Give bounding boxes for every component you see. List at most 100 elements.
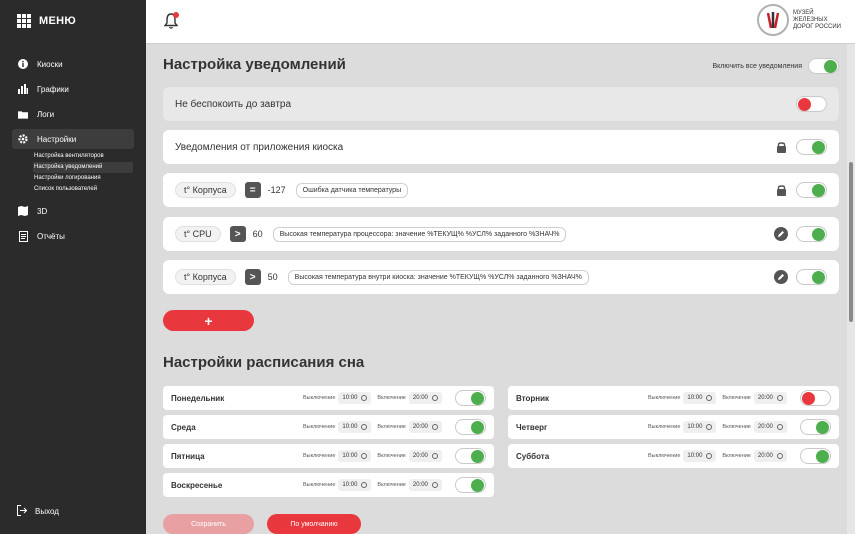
sidebar: МЕНЮ Киоски Графики Логи Настройки Настр… [0, 0, 146, 534]
threshold-value[interactable]: 60 [253, 229, 263, 239]
page-title: Настройка уведомлений [163, 56, 346, 73]
off-time-input[interactable]: 10:00 [338, 479, 372, 491]
off-time-input[interactable]: 10:00 [338, 450, 372, 462]
defaults-button[interactable]: По умолчанию [267, 514, 361, 534]
gear-icon [18, 134, 28, 144]
clock-icon [706, 424, 713, 430]
rule-row: t° CPU > 60 Высокая температура процессо… [163, 217, 839, 251]
on-time-input[interactable]: 20:00 [753, 421, 787, 433]
scrollbar[interactable] [847, 44, 855, 534]
off-label: Выключение [303, 453, 336, 459]
kiosk-app-notifications-label: Уведомления от приложения киоска [175, 141, 344, 153]
off-label: Выключение [648, 424, 681, 430]
lock-icon [774, 183, 788, 197]
message-field[interactable]: Высокая температура внутри киоска: значе… [287, 269, 589, 285]
sidebar-item-3d[interactable]: 3D [12, 201, 134, 221]
do-not-disturb-label: Не беспокоить до завтра [175, 98, 292, 110]
day-toggle[interactable] [455, 448, 486, 464]
sidebar-item-label: Киоски [37, 59, 63, 69]
clock-icon [431, 395, 438, 401]
logout-icon [17, 505, 28, 518]
on-label: Включение [722, 453, 751, 459]
folder-icon [18, 109, 28, 119]
off-time-input[interactable]: 10:00 [338, 421, 372, 433]
chart-icon [18, 84, 28, 94]
clock-icon [431, 453, 438, 459]
sensor-select[interactable]: t° CPU [175, 226, 221, 242]
edit-icon[interactable] [774, 227, 788, 241]
day-name: Воскресенье [171, 480, 223, 490]
submenu-users[interactable]: Список пользователей [33, 184, 133, 195]
message-field[interactable]: Высокая температура процессора: значение… [272, 226, 567, 242]
enable-all-toggle[interactable] [808, 58, 839, 74]
threshold-value[interactable]: -127 [268, 185, 286, 195]
day-row-saturday: Суббота Выключение 10:00 Включение 20:00 [508, 444, 839, 468]
rule-toggle[interactable] [796, 182, 827, 198]
off-label: Выключение [303, 424, 336, 430]
scrollbar-thumb[interactable] [849, 162, 853, 322]
sidebar-item-label: Логи [37, 109, 55, 119]
on-time-input[interactable]: 20:00 [753, 450, 787, 462]
edit-icon[interactable] [774, 270, 788, 284]
day-toggle[interactable] [455, 477, 486, 493]
grid-menu-icon [17, 14, 31, 28]
on-time-input[interactable]: 20:00 [408, 421, 442, 433]
clock-icon [361, 395, 368, 401]
clock-icon [706, 395, 713, 401]
day-toggle[interactable] [800, 448, 831, 464]
add-rule-button[interactable]: + [163, 310, 254, 331]
on-time-input[interactable]: 20:00 [408, 392, 442, 404]
day-toggle[interactable] [800, 390, 831, 406]
off-label: Выключение [303, 482, 336, 488]
day-toggle[interactable] [800, 419, 831, 435]
off-time-input[interactable]: 10:00 [683, 421, 717, 433]
topbar: МУЗЕЙ ЖЕЛЕЗНЫХ ДОРОГ РОССИИ [146, 0, 855, 44]
sidebar-item-label: 3D [37, 206, 48, 216]
sensor-select[interactable]: t° Корпуса [175, 182, 236, 198]
day-toggle[interactable] [455, 390, 486, 406]
sidebar-item-settings[interactable]: Настройки [12, 129, 134, 149]
do-not-disturb-toggle[interactable] [796, 96, 827, 112]
submenu-fans[interactable]: Настройка вентиляторов [33, 151, 133, 162]
save-button[interactable]: Сохранить [163, 514, 254, 534]
off-time-input[interactable]: 10:00 [683, 392, 717, 404]
clock-icon [361, 453, 368, 459]
on-time-input[interactable]: 20:00 [753, 392, 787, 404]
day-name: Среда [171, 422, 196, 432]
message-field[interactable]: Ошибка датчика температуры [295, 182, 409, 198]
menu-header[interactable]: МЕНЮ [17, 14, 76, 28]
day-name: Суббота [516, 451, 550, 461]
on-label: Включение [722, 395, 751, 401]
clock-icon [431, 424, 438, 430]
day-row-sunday: Воскресенье Выключение 10:00 Включение 2… [163, 473, 494, 497]
rule-toggle[interactable] [796, 269, 827, 285]
sidebar-item-reports[interactable]: Отчёты [12, 226, 134, 246]
sensor-select[interactable]: t° Корпуса [175, 269, 236, 285]
threshold-value[interactable]: 50 [268, 272, 278, 282]
sidebar-item-charts[interactable]: Графики [12, 79, 134, 99]
day-name: Пятница [171, 451, 205, 461]
operator-select[interactable]: > [244, 269, 261, 285]
operator-select[interactable]: = [244, 182, 261, 198]
lock-icon [774, 140, 788, 154]
day-name: Четверг [516, 422, 548, 432]
logout-button[interactable]: Выход [17, 505, 59, 518]
on-time-input[interactable]: 20:00 [408, 479, 442, 491]
operator-select[interactable]: > [229, 226, 246, 242]
clock-icon [776, 395, 783, 401]
submenu-notifications[interactable]: Настройка уведомлений [33, 162, 133, 173]
sidebar-item-kiosks[interactable]: Киоски [12, 54, 134, 74]
off-label: Выключение [648, 453, 681, 459]
enable-all-row: Включить все уведомления [712, 58, 839, 74]
sidebar-item-logs[interactable]: Логи [12, 104, 134, 124]
off-time-input[interactable]: 10:00 [338, 392, 372, 404]
day-toggle[interactable] [455, 419, 486, 435]
sleep-schedule-title: Настройки расписания сна [163, 354, 365, 371]
on-time-input[interactable]: 20:00 [408, 450, 442, 462]
off-time-input[interactable]: 10:00 [683, 450, 717, 462]
do-not-disturb-row: Не беспокоить до завтра [163, 87, 839, 121]
sidebar-item-label: Отчёты [37, 231, 65, 241]
kiosk-app-notifications-toggle[interactable] [796, 139, 827, 155]
rule-toggle[interactable] [796, 226, 827, 242]
submenu-logging[interactable]: Настройки логирования [33, 173, 133, 184]
